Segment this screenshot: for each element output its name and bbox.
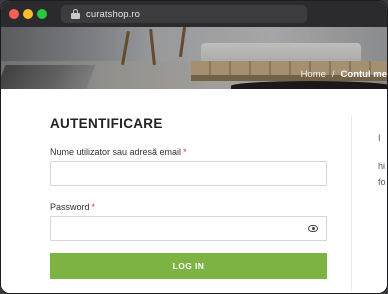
- breadcrumb-current: Contul me: [340, 68, 387, 80]
- required-mark: *: [91, 202, 96, 212]
- login-button[interactable]: LOG IN: [50, 253, 327, 279]
- login-section: AUTENTIFICARE Nume utilizator sau adresă…: [1, 89, 387, 293]
- username-label-text: Nume utilizator sau adresă email: [50, 147, 182, 157]
- breadcrumb-home-link[interactable]: Home: [301, 69, 326, 80]
- breadcrumb-separator: /: [331, 68, 335, 80]
- required-mark: *: [183, 147, 187, 157]
- side-text-line: fo: [378, 177, 386, 187]
- close-window-button[interactable]: [9, 9, 19, 19]
- browser-window: curatshop.ro Home / Contul me AUTENTIFIC…: [0, 0, 388, 294]
- hero-banner: Home / Contul me: [1, 27, 387, 89]
- password-input[interactable]: [50, 216, 327, 241]
- login-title: AUTENTIFICARE: [50, 116, 163, 131]
- maximize-window-button[interactable]: [37, 9, 47, 19]
- password-label: Password *: [50, 202, 95, 212]
- side-text-line: hi: [378, 161, 386, 171]
- url-text: curatshop.ro: [86, 8, 141, 20]
- username-label: Nume utilizator sau adresă email *: [50, 147, 187, 157]
- lock-icon: [71, 9, 80, 19]
- breadcrumb: Home / Contul me: [301, 67, 387, 81]
- minimize-window-button[interactable]: [23, 9, 33, 19]
- username-input[interactable]: [50, 161, 327, 186]
- password-label-text: Password: [50, 202, 90, 212]
- eye-icon[interactable]: [308, 225, 318, 232]
- side-text-line: I: [378, 133, 381, 143]
- address-bar[interactable]: curatshop.ro: [61, 5, 307, 23]
- column-divider: [351, 116, 352, 291]
- browser-titlebar: curatshop.ro: [1, 1, 387, 27]
